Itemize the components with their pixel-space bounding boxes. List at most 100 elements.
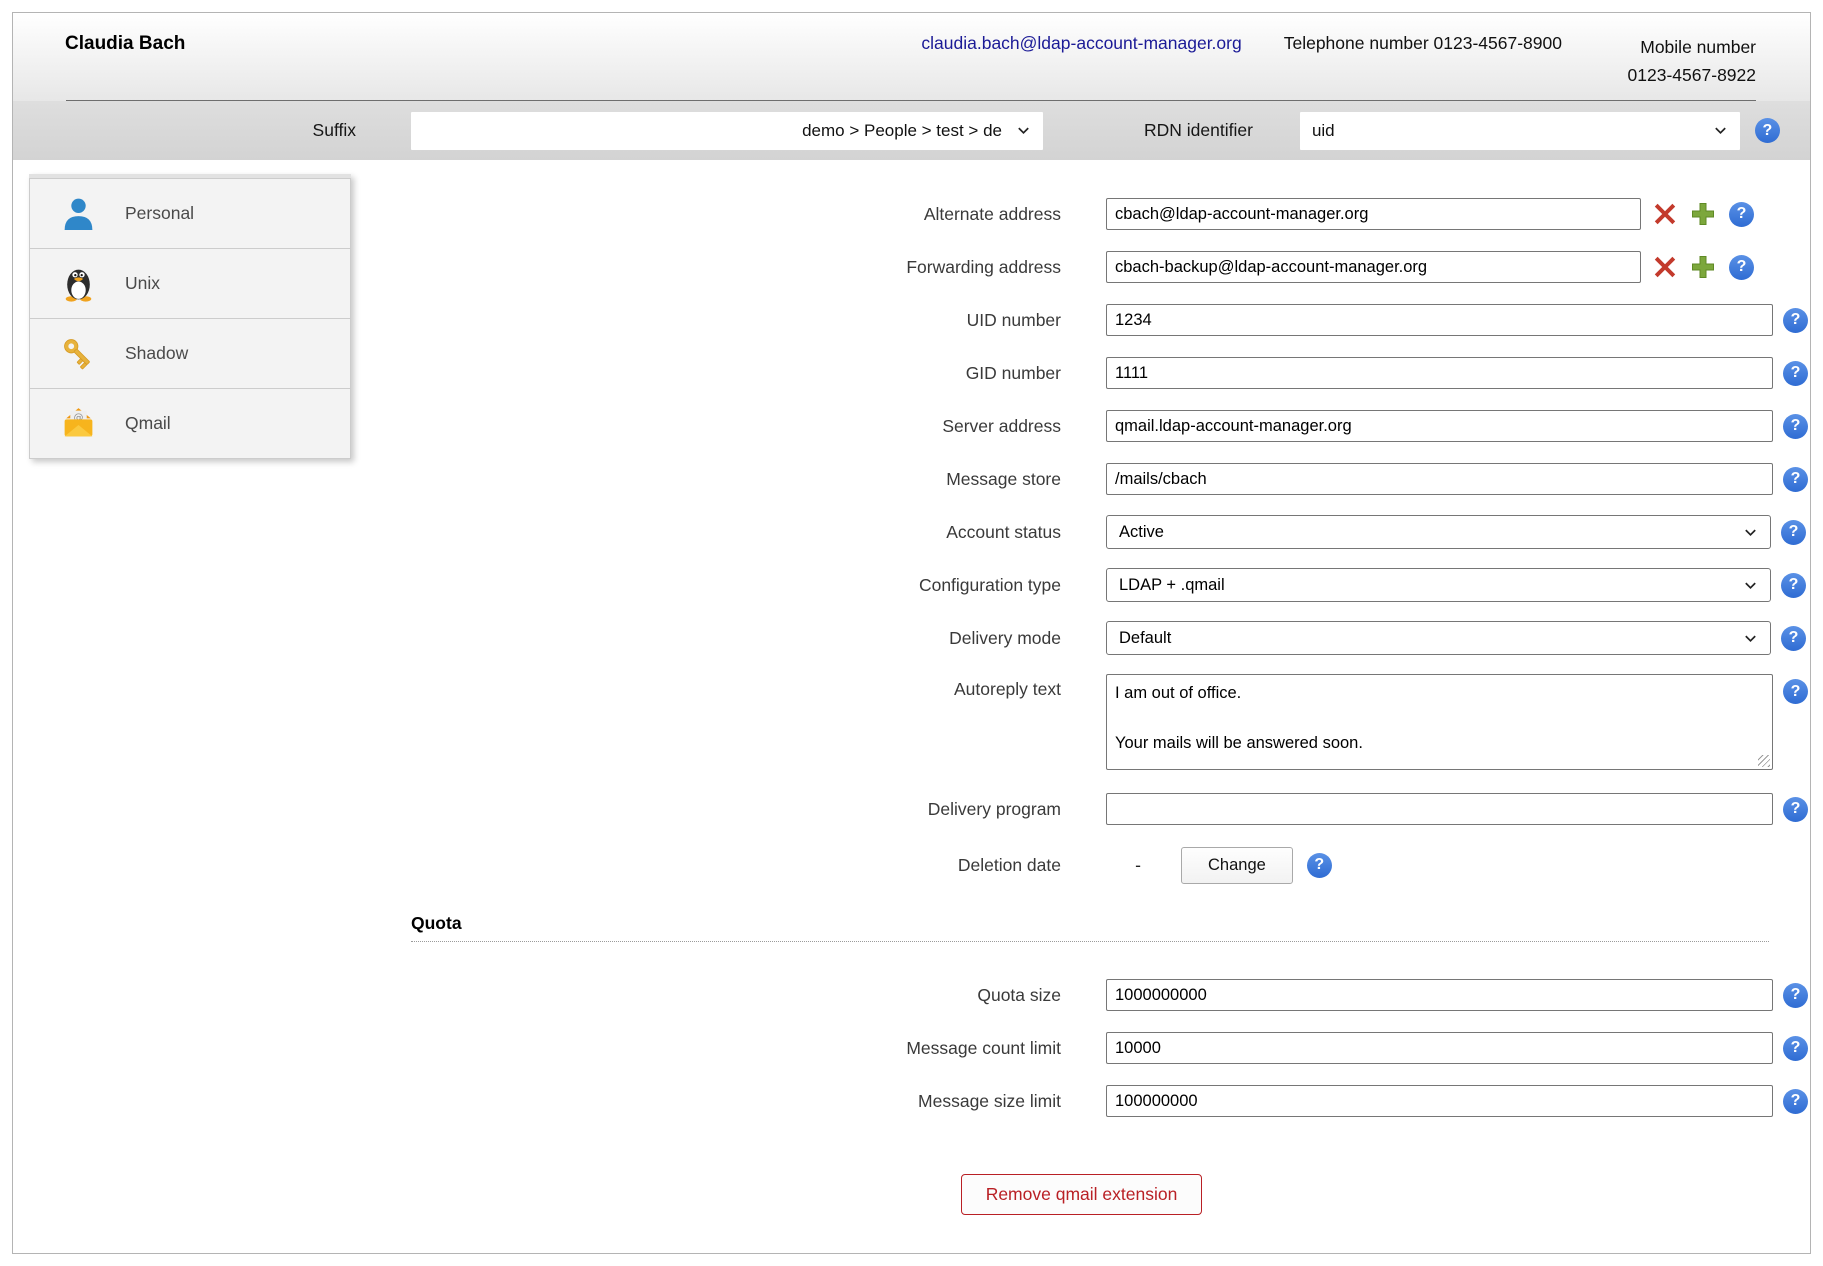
uid-number-input[interactable] [1106,304,1773,336]
change-button[interactable]: Change [1181,847,1293,884]
account-name: Claudia Bach [65,33,185,55]
autoreply-textarea[interactable]: I am out of office. Your mails will be a… [1106,674,1773,770]
help-glyph: ? [1791,1092,1801,1110]
help-icon[interactable]: ? [1781,626,1806,651]
form-row-configuration-type: Configuration type LDAP + .qmail ? [353,568,1810,602]
module-tabs: Personal Unix [29,174,351,459]
help-icon[interactable]: ? [1783,679,1808,704]
suffix-label: Suffix [13,120,356,141]
form-row-delivery-mode: Delivery mode Default ? [353,621,1810,655]
forwarding-address-label: Forwarding address [353,257,1106,278]
quota-size-label: Quota size [353,985,1106,1006]
help-icon[interactable]: ? [1783,1036,1808,1061]
select-value: LDAP + .qmail [1119,576,1225,595]
help-glyph: ? [1791,311,1801,329]
quota-divider [411,941,1769,942]
help-glyph: ? [1791,1039,1801,1057]
select-value: Default [1119,629,1171,648]
help-glyph: ? [1737,205,1747,223]
mobile-number: Mobile number 0123-4567-8922 [1604,33,1756,90]
form-row-uid-number: UID number ? [353,303,1810,337]
message-count-limit-input[interactable] [1106,1032,1773,1064]
help-glyph: ? [1763,122,1773,140]
help-icon[interactable]: ? [1755,118,1780,143]
help-icon[interactable]: ? [1729,255,1754,280]
message-count-limit-label: Message count limit [353,1038,1106,1059]
help-glyph: ? [1791,470,1801,488]
penguin-icon [60,265,97,302]
message-size-limit-label: Message size limit [353,1091,1106,1112]
alternate-address-label: Alternate address [353,204,1106,225]
tab-label: Shadow [125,343,188,364]
add-icon[interactable] [1691,255,1715,279]
uid-number-label: UID number [353,310,1106,331]
account-status-select[interactable]: Active [1106,515,1771,549]
help-icon[interactable]: ? [1307,853,1332,878]
help-glyph: ? [1789,576,1799,594]
chevron-down-icon [1743,578,1758,593]
server-address-input[interactable] [1106,410,1773,442]
message-store-input[interactable] [1106,463,1773,495]
telephone-number: Telephone number 0123-4567-8900 [1284,33,1562,54]
tab-personal[interactable]: Personal [29,178,351,249]
message-size-limit-input[interactable] [1106,1085,1773,1117]
help-icon[interactable]: ? [1783,467,1808,492]
tab-unix[interactable]: Unix [29,248,351,319]
help-icon[interactable]: ? [1781,573,1806,598]
delete-icon[interactable] [1653,202,1677,226]
person-icon [60,195,97,232]
form-row-message-count-limit: Message count limit ? [353,1031,1810,1065]
main-content: Personal Unix [13,160,1810,1253]
tab-label: Unix [125,273,160,294]
alternate-address-input[interactable] [1106,198,1641,230]
chevron-down-icon [1743,631,1758,646]
select-value: Active [1119,523,1164,542]
help-icon[interactable]: ? [1783,983,1808,1008]
suffix-select[interactable]: demo > People > test > de [411,112,1043,150]
help-icon[interactable]: ? [1783,1089,1808,1114]
tab-label: Qmail [125,413,171,434]
help-glyph: ? [1791,800,1801,818]
rdn-identifier-label: RDN identifier [1144,120,1253,141]
server-address-label: Server address [353,416,1106,437]
help-icon[interactable]: ? [1783,361,1808,386]
quota-size-input[interactable] [1106,979,1773,1011]
form-row-gid-number: GID number ? [353,356,1810,390]
delivery-mode-select[interactable]: Default [1106,621,1771,655]
form-row-message-store: Message store ? [353,462,1810,496]
rdn-select-value: uid [1312,121,1335,141]
delivery-program-label: Delivery program [353,799,1106,820]
form-row-server-address: Server address ? [353,409,1810,443]
forwarding-address-input[interactable] [1106,251,1641,283]
resize-handle-icon[interactable] [1758,755,1770,767]
delete-icon[interactable] [1653,255,1677,279]
gid-number-input[interactable] [1106,357,1773,389]
form-row-message-size-limit: Message size limit ? [353,1084,1810,1118]
add-icon[interactable] [1691,202,1715,226]
chevron-down-icon [1743,525,1758,540]
help-icon[interactable]: ? [1781,520,1806,545]
help-icon[interactable]: ? [1729,202,1754,227]
tab-qmail[interactable]: @ Qmail [29,388,351,459]
delivery-program-input[interactable] [1106,793,1773,825]
remove-qmail-extension-button[interactable]: Remove qmail extension [961,1174,1203,1215]
help-icon[interactable]: ? [1783,308,1808,333]
configuration-type-select[interactable]: LDAP + .qmail [1106,568,1771,602]
rdn-identifier-select[interactable]: uid [1300,112,1740,150]
tab-shadow[interactable]: Shadow [29,318,351,389]
gid-number-label: GID number [353,363,1106,384]
form-row-account-status: Account status Active ? [353,515,1810,549]
chevron-down-icon [1713,123,1728,138]
suffix-select-value: demo > People > test > de [802,121,1002,141]
help-icon[interactable]: ? [1783,797,1808,822]
account-email-link[interactable]: claudia.bach@ldap-account-manager.org [921,33,1241,54]
deletion-date-value: - [1131,855,1145,876]
envelope-icon: @ [60,405,97,442]
help-glyph: ? [1789,523,1799,541]
tab-label: Personal [125,203,194,224]
help-glyph: ? [1791,986,1801,1004]
deletion-date-label: Deletion date [353,855,1106,876]
account-edit-page: Claudia Bach claudia.bach@ldap-account-m… [12,12,1811,1254]
configuration-type-label: Configuration type [353,575,1106,596]
help-icon[interactable]: ? [1783,414,1808,439]
